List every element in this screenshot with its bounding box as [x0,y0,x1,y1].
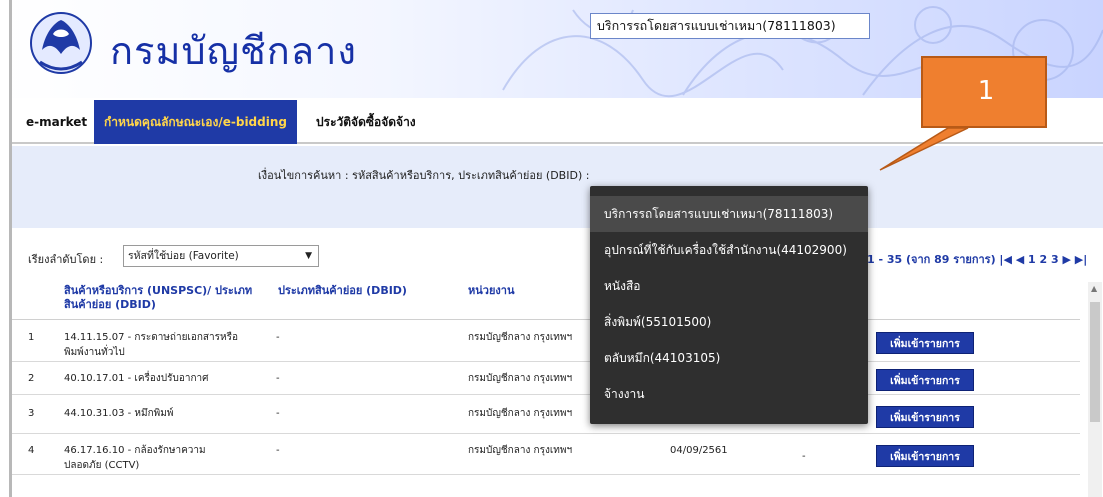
table-row: 3 44.10.31.03 - หมึกพิมพ์ - กรมบัญชีกลาง… [12,396,1080,434]
garuda-logo [30,12,92,74]
sort-select[interactable]: รหัสที่ใช้บ่อย (Favorite) ▼ [123,245,319,267]
scroll-thumb[interactable] [1090,302,1100,422]
row-agency: กรมบัญชีกลาง กรุงเทพฯ [468,445,573,456]
pagination[interactable]: 1 - 35 (จาก 89 รายการ) |◀ ◀ 1 2 3 ▶ ▶| [867,250,1087,268]
table-row: 1 14.11.15.07 - กระดาษถ่ายเอกสารหรือพิมพ… [12,324,1080,362]
row-subtype: - [276,373,280,384]
chevron-down-icon: ▼ [305,251,312,261]
row-product: 46.17.16.10 - กล้องรักษาความปลอดภัย (CCT… [64,445,206,471]
row-subtype: - [276,332,280,343]
row-product: 44.10.31.03 - หมึกพิมพ์ [64,408,174,419]
search-label: เงื่อนไขการค้นหา : รหัสสินค้าหรือบริการ,… [258,169,590,182]
add-to-list-button[interactable]: เพิ่มเข้ารายการ [876,332,974,354]
add-to-list-button[interactable]: เพิ่มเข้ารายการ [876,445,974,467]
autocomplete-option[interactable]: ตลับหมึก(44103105) [590,340,868,376]
left-page-border [0,0,12,497]
table-header: สินค้าหรือบริการ (UNSPSC)/ ประเภทสินค้าย… [12,280,1080,320]
autocomplete-option[interactable]: จ้างงาน [590,376,868,412]
callout-badge: 1 [921,56,1047,128]
search-panel: เงื่อนไขการค้นหา : รหัสสินค้าหรือบริการ,… [12,146,1103,228]
row-number: 1 [28,332,35,343]
row-number: 3 [28,408,35,419]
row-agency: กรมบัญชีกลาง กรุงเทพฯ [468,332,573,343]
nav-procurement-history[interactable]: ประวัติจัดซื้อจัดจ้าง [306,100,426,144]
sort-row: เรียงลำดับโดย : รหัสที่ใช้บ่อย (Favorite… [12,240,1103,270]
add-to-list-button[interactable]: เพิ่มเข้ารายการ [876,369,974,391]
row-number: 2 [28,373,35,384]
row-product: 40.10.17.01 - เครื่องปรับอากาศ [64,373,209,384]
row-date: 04/09/2561 [670,445,728,456]
table-row: 4 46.17.16.10 - กล้องรักษาความปลอดภัย (C… [12,435,1080,475]
autocomplete-option[interactable]: บริการรถโดยสารแบบเช่าเหมา(78111803) [590,196,868,232]
row-product: 14.11.15.07 - กระดาษถ่ายเอกสารหรือพิมพ์ง… [64,332,238,358]
nav-ebidding[interactable]: กำหนดคุณลักษณะเอง/e-bidding [94,100,297,144]
row-agency: กรมบัญชีกลาง กรุงเทพฯ [468,408,573,419]
brand-title: กรมบัญชีกลาง [110,29,357,73]
autocomplete-option[interactable]: หนังสือ [590,268,868,304]
add-to-list-button[interactable]: เพิ่มเข้ารายการ [876,406,974,428]
sort-selected-value: รหัสที่ใช้บ่อย (Favorite) [128,250,239,262]
row-number: 4 [28,445,35,456]
header-agency: หน่วยงาน [468,284,515,297]
search-input[interactable]: บริการรถโดยสารแบบเช่าเหมา(78111803) [590,13,870,39]
scroll-up-icon[interactable]: ▲ [1091,284,1097,293]
row-agency: กรมบัญชีกลาง กรุงเทพฯ [468,373,573,384]
callout-number: 1 [977,76,995,106]
screen: { "header": { "brand_text": "กรมบัญชีกลา… [0,0,1103,497]
nav-emarket[interactable]: e-market [16,100,97,144]
table-row: 2 40.10.17.01 - เครื่องปรับอากาศ - กรมบั… [12,363,1080,395]
header-subtype: ประเภทสินค้าย่อย (DBID) [278,284,407,297]
row-subtype: - [276,445,280,456]
row-subtype: - [276,408,280,419]
row-extra: - [802,451,806,462]
table-scrollbar[interactable]: ▲ [1088,282,1102,497]
autocomplete-dropdown: บริการรถโดยสารแบบเช่าเหมา(78111803) อุปก… [590,186,868,424]
autocomplete-option[interactable]: อุปกรณ์ที่ใช้กับเครื่องใช้สำนักงาน(44102… [590,232,868,268]
sort-label: เรียงลำดับโดย : [28,253,104,266]
header-product: สินค้าหรือบริการ (UNSPSC)/ ประเภทสินค้าย… [64,284,253,311]
autocomplete-option[interactable]: สิ่งพิมพ์(55101500) [590,304,868,340]
